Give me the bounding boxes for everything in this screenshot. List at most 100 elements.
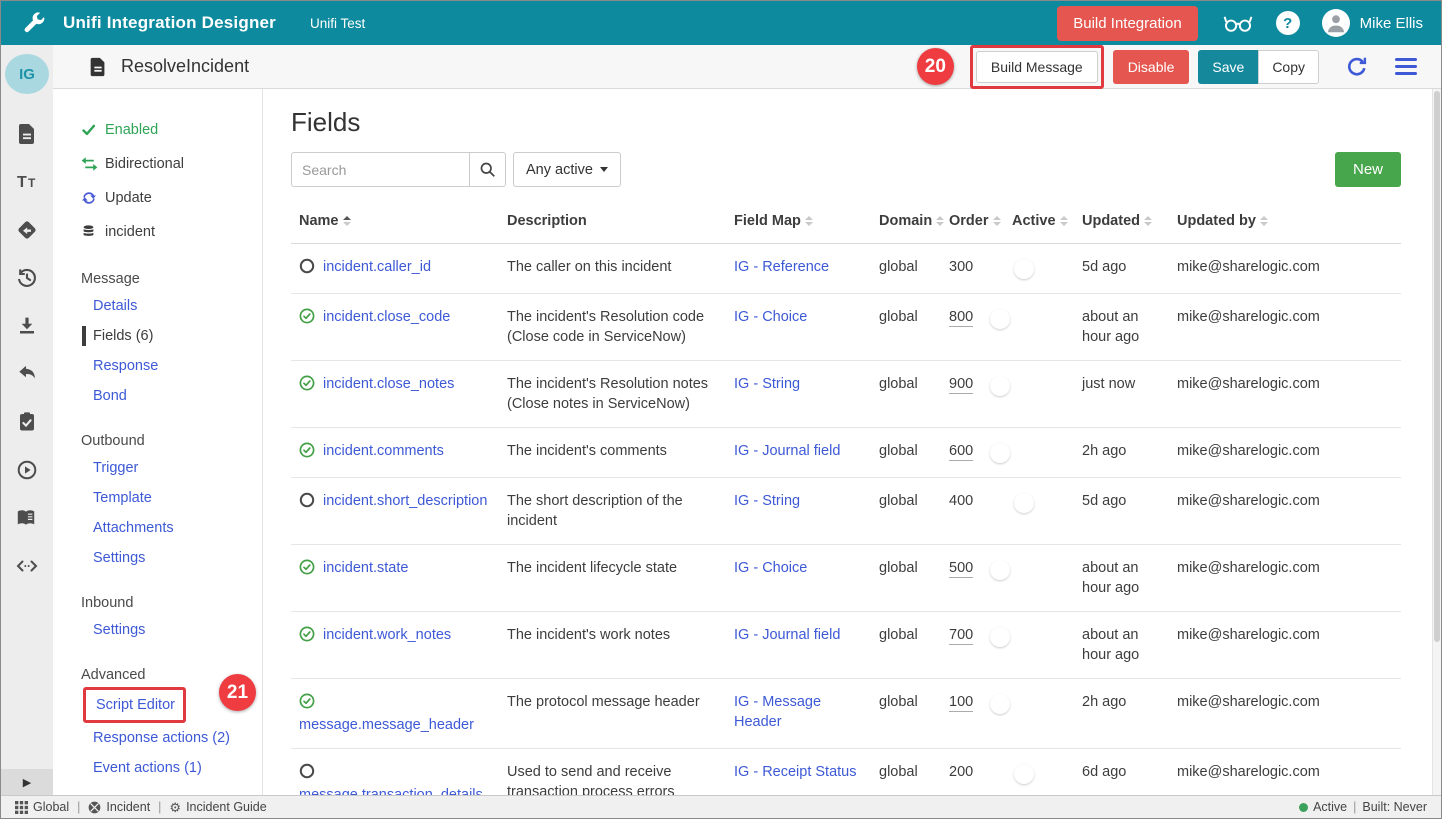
column-header-updated-by[interactable]: Updated by: [1169, 213, 1401, 229]
tasks-icon[interactable]: [15, 410, 39, 434]
active-filter-dropdown[interactable]: Any active: [513, 152, 621, 187]
field-map-link[interactable]: IG - String: [734, 493, 800, 509]
nav-item-details[interactable]: Details: [53, 291, 262, 321]
nav-item-script-editor[interactable]: Script Editor: [88, 692, 175, 718]
history-icon[interactable]: [15, 266, 39, 290]
column-header-field-map[interactable]: Field Map: [726, 213, 871, 229]
disable-button[interactable]: Disable: [1113, 50, 1190, 84]
field-map-link[interactable]: IG - Message Header: [734, 694, 821, 730]
nav-item-event-actions[interactable]: Event actions (1): [53, 753, 262, 783]
field-name-link[interactable]: incident.close_notes: [323, 376, 454, 392]
column-header-description[interactable]: Description: [499, 213, 726, 229]
build-integration-button[interactable]: Build Integration: [1057, 6, 1197, 41]
play-icon[interactable]: [15, 458, 39, 482]
integration-status: Active: [1313, 800, 1347, 814]
field-domain: global: [871, 307, 941, 327]
nav-item-fields[interactable]: Fields (6): [53, 321, 262, 351]
refresh-icon[interactable]: [1345, 55, 1369, 79]
nav-section-outbound: Outbound: [53, 429, 262, 453]
field-name-link[interactable]: incident.work_notes: [323, 627, 451, 643]
app-title: Unifi Integration Designer: [63, 13, 276, 33]
field-order-value[interactable]: 700: [949, 627, 973, 645]
column-header-active[interactable]: Active: [1004, 213, 1074, 229]
message-title: ResolveIncident: [121, 56, 249, 77]
statusbar-global[interactable]: Global: [15, 800, 69, 814]
fields-panel: Fields Any active New: [263, 89, 1441, 795]
field-description: The incident's Resolution code (Close co…: [499, 307, 726, 347]
field-order-value[interactable]: 900: [949, 376, 973, 394]
active-status-dot: [1299, 803, 1308, 812]
nav-item-response[interactable]: Response: [53, 351, 262, 381]
field-name-link[interactable]: message.message_header: [299, 717, 474, 733]
field-updated: 2h ago: [1074, 692, 1169, 712]
field-map-link[interactable]: IG - Reference: [734, 259, 829, 275]
text-icon[interactable]: TT: [15, 170, 39, 194]
document-icon[interactable]: [15, 122, 39, 146]
help-icon[interactable]: ?: [1276, 11, 1300, 35]
code-icon[interactable]: [15, 554, 39, 578]
field-map-cell: IG - Choice: [726, 558, 871, 578]
field-updated-by: mike@sharelogic.com: [1169, 625, 1401, 645]
nav-item-trigger[interactable]: Trigger: [53, 453, 262, 483]
table-row: incident.work_notesThe incident's work n…: [291, 612, 1401, 679]
nav-item-attachments[interactable]: Attachments: [53, 513, 262, 543]
save-button[interactable]: Save: [1198, 50, 1258, 84]
annotation-highlight-script-editor: Script Editor: [83, 687, 186, 723]
column-header-domain[interactable]: Domain: [871, 213, 941, 229]
field-order-value[interactable]: 600: [949, 443, 973, 461]
nav-item-outbound-settings[interactable]: Settings: [53, 543, 262, 573]
column-header-updated[interactable]: Updated: [1074, 213, 1169, 229]
vertical-scrollbar[interactable]: [1432, 89, 1441, 795]
field-map-link[interactable]: IG - Choice: [734, 309, 807, 325]
field-map-link[interactable]: IG - String: [734, 376, 800, 392]
field-map-cell: IG - Journal field: [726, 441, 871, 461]
nav-incident-table: incident: [53, 215, 262, 249]
nav-item-inbound-settings[interactable]: Settings: [53, 615, 262, 645]
menu-icon[interactable]: [1395, 58, 1417, 75]
field-order-value[interactable]: 800: [949, 309, 973, 327]
sidebar-collapse-button[interactable]: ▶: [1, 769, 53, 795]
column-header-order[interactable]: Order: [941, 213, 1004, 229]
nav-item-bond[interactable]: Bond: [53, 381, 262, 411]
integration-avatar[interactable]: IG: [5, 54, 49, 94]
field-map-link[interactable]: IG - Journal field: [734, 627, 840, 643]
field-map-cell: IG - Journal field: [726, 625, 871, 645]
new-field-button[interactable]: New: [1335, 152, 1401, 187]
field-updated-by: mike@sharelogic.com: [1169, 762, 1401, 782]
field-updated-by: mike@sharelogic.com: [1169, 441, 1401, 461]
nav-item-template[interactable]: Template: [53, 483, 262, 513]
book-icon[interactable]: [15, 506, 39, 530]
field-map-link[interactable]: IG - Choice: [734, 560, 807, 576]
field-order-value[interactable]: 500: [949, 560, 973, 578]
field-name-link[interactable]: incident.caller_id: [323, 259, 431, 275]
refresh-mode-icon: [81, 190, 105, 206]
search-input[interactable]: [291, 152, 469, 187]
field-description: The incident's comments: [499, 441, 726, 461]
search-button[interactable]: [469, 152, 506, 187]
column-header-name[interactable]: Name: [291, 213, 499, 229]
field-name-cell: incident.comments: [291, 441, 499, 464]
field-description: The incident lifecycle state: [499, 558, 726, 578]
field-name-link[interactable]: incident.short_description: [323, 493, 487, 509]
field-order-value[interactable]: 100: [949, 694, 973, 712]
user-avatar-icon: [1322, 9, 1350, 37]
field-map-link[interactable]: IG - Journal field: [734, 443, 840, 459]
user-menu[interactable]: Mike Ellis: [1322, 9, 1427, 37]
preview-glasses-icon[interactable]: [1222, 13, 1254, 33]
statusbar-incident[interactable]: Incident: [88, 800, 150, 814]
field-name-link[interactable]: incident.close_code: [323, 309, 450, 325]
field-name-link[interactable]: incident.state: [323, 560, 408, 576]
nav-item-response-actions[interactable]: Response actions (2): [53, 723, 262, 753]
field-name-link[interactable]: incident.comments: [323, 443, 444, 459]
undo-icon[interactable]: [15, 362, 39, 386]
field-description: Used to send and receive transaction pro…: [499, 762, 726, 795]
build-message-button[interactable]: Build Message: [976, 51, 1098, 83]
field-name-link[interactable]: message.transaction_details: [299, 787, 483, 795]
field-map-link[interactable]: IG - Receipt Status: [734, 764, 857, 780]
copy-button[interactable]: Copy: [1258, 50, 1319, 84]
statusbar-incident-guide[interactable]: ⚙ Incident Guide: [169, 800, 266, 814]
integration-icon[interactable]: [15, 218, 39, 242]
field-order-value: 400: [949, 493, 973, 509]
download-icon[interactable]: [15, 314, 39, 338]
table-row: incident.short_descriptionThe short desc…: [291, 478, 1401, 545]
